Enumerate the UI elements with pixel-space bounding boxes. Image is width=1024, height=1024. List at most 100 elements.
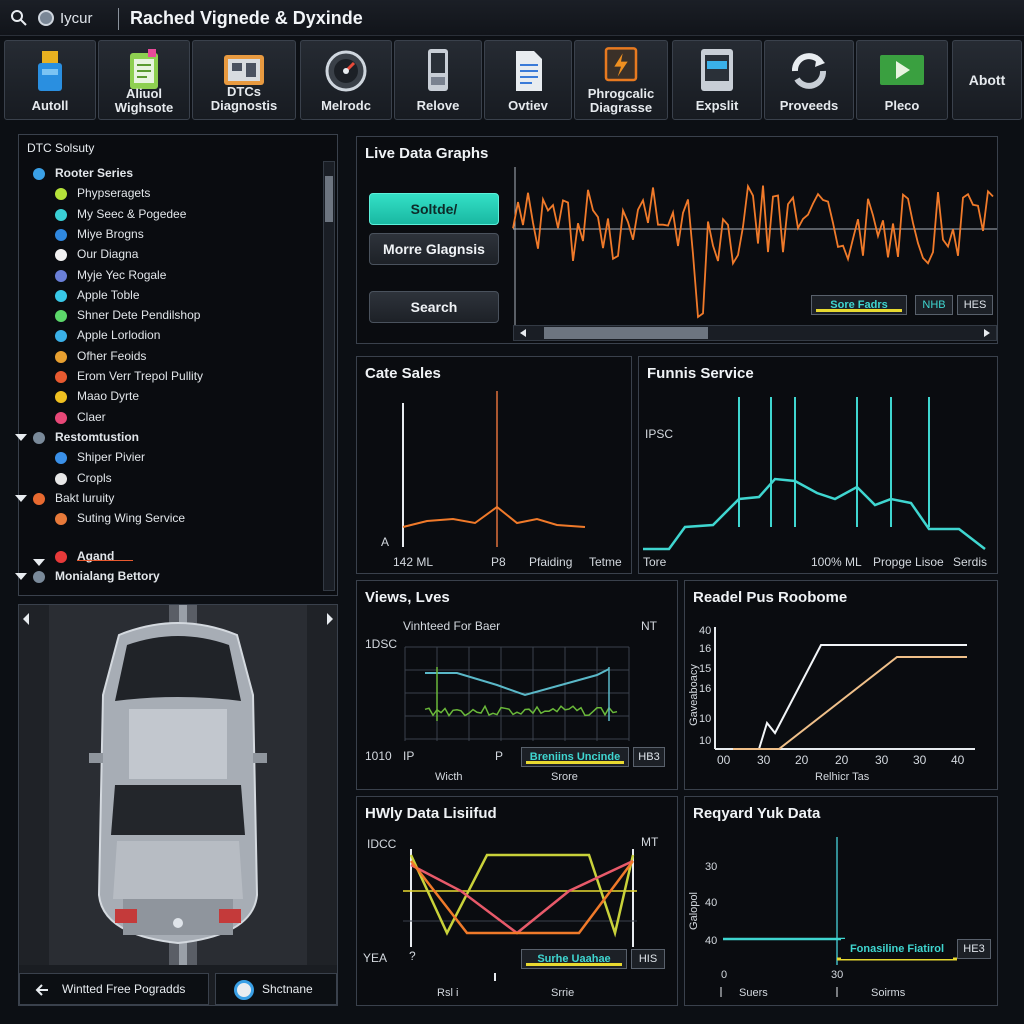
document-icon [516,51,542,91]
toolbar-label: Pleco [884,98,920,113]
title-bar: Iycur Rached Vignede & Dyxinde [0,0,1024,36]
tree-node-icon [33,168,45,180]
tree-item-label: Erom Verr Trepol Pullity [77,369,204,383]
toolbar-button-dtcs-diagnostis[interactable]: DTCs Diagnostis [192,40,296,120]
app-name: Iycur [60,10,93,27]
tree-item-label: My Seec & Pogedee [77,206,187,221]
update-button[interactable]: Wintted Free Pogradds [19,973,209,1005]
car-top-view [19,605,337,965]
shortcut-button-label: Shctnane [262,982,313,996]
series-teal [425,668,610,697]
x-tick: 20 [835,753,849,767]
scroll-right-icon[interactable] [982,328,992,338]
brand-icon [234,980,254,1000]
x-label-b: Srrie [551,987,575,999]
x-tick: 142 ML [393,555,434,569]
live-hscrollbar[interactable] [513,325,997,341]
scroll-left-icon[interactable] [518,328,528,338]
toolbar-button-relove[interactable]: Relove [394,40,482,120]
x-tick: P8 [491,555,506,569]
views-panel: Views, Lves Vinhteed For Baer NT 1DSC 10… [356,580,678,790]
x-tick: 20 [795,753,809,767]
device-icon [428,49,448,91]
tree-item-label: Apple Lorlodion [77,328,161,343]
toolbar-button-ovtiev[interactable]: Ovtiev [484,40,572,120]
tree-node-icon [55,452,67,465]
tree-scrollbar[interactable] [323,161,335,591]
x-label-a: Suers [739,987,768,999]
toolbar-label: Melrodc [321,98,371,113]
expand-caret-icon[interactable] [33,559,45,566]
tree-item-label: Claer [77,409,106,424]
x-label-a: Wicth [435,771,463,783]
hwly-panel: HWly Data Lisiifud IDCC MT YEA ? Rsl i S… [356,796,678,1006]
tree-node-icon [55,269,67,282]
toolbar-label: Autoll [31,98,69,113]
bottom-tick-a: IP [403,749,415,763]
cate-sales-panel: Cate Sales A 142 ML P8 Pfaiding Tetme [356,356,632,574]
more-diagnosis-button[interactable]: Morre Glagnsis [369,233,499,265]
toolbar-button-abott[interactable]: Abott [952,40,1022,120]
funnis-service-panel: Funnis Service IPSC Tore 100% ML Propge … [638,356,998,574]
toolbar-label: DTCs Diagnostis [210,84,278,113]
tree-scrollbar-thumb[interactable] [325,176,333,222]
tree-item-label: Monialang Bettory [55,569,160,584]
legend-mid: NHB [915,295,953,315]
x-tick: 100% ML [811,555,862,569]
legend-main: Sore Fadrs [811,295,907,315]
legend-main: Fonasiline Fiatirol [841,939,953,959]
x-tick: 40 [951,753,965,767]
search-button[interactable]: Search [369,291,499,323]
expand-caret-icon[interactable] [15,494,27,502]
toolbar-button-pleco[interactable]: Pleco [856,40,948,120]
funnis-series [643,477,986,551]
tree-title: DTC Solsuty [27,141,95,155]
tree-node-icon [33,431,45,444]
toolbar-label: Relove [416,98,460,113]
toolbar-label: Proveeds [779,98,839,113]
hwly-chart [403,849,637,981]
live-hscrollbar-thumb[interactable] [544,327,708,339]
toolbar-button-autoll[interactable]: Autoll [4,40,96,120]
legend-small: HES [957,295,993,315]
tree-divider [77,560,133,561]
arrow-left-icon [35,984,48,996]
series-green [424,704,618,717]
live-data-panel: Live Data Graphs Soltde/ Morre Glagnsis … [356,136,998,344]
search-icon[interactable] [10,9,28,27]
toolbar-label: Abott [968,72,1006,88]
shortcut-button[interactable]: Shctnane [215,973,337,1005]
tree-item-label: Myje Yec Rogale [77,267,167,282]
tree-node-icon [55,371,67,383]
play-icon [880,55,924,85]
toolbar-button-melrodc[interactable]: Melrodc [300,40,392,120]
bottom-tick-b: P [495,749,504,763]
legend-small: HIS [631,949,665,969]
panel-title: Live Data Graphs [365,145,489,162]
tree-node-icon [55,228,67,241]
x-tick: 30 [831,969,844,981]
window-title: Rached Vignede & Dyxinde [130,8,363,28]
tree-item-label: Miye Brogns [77,226,144,241]
toolbar-button-expslit[interactable]: Expslit [672,40,762,120]
tree-item-label: Phypseragets [77,186,151,201]
x-tick: 30 [875,753,889,767]
expand-caret-icon[interactable] [15,433,27,441]
bottom-question: ? [409,949,416,963]
toolbar-button-phrogcalic-diagrasse[interactable]: Phrogcalic Diagrasse [574,40,668,120]
toolbar-label: Phrogcalic Diagrasse [587,86,655,115]
tree-node-icon [55,289,67,302]
x-tick: Tore [643,555,667,569]
tree-item-label: Cropls [77,470,112,485]
tree-node-icon [33,571,45,584]
expand-caret-icon[interactable] [15,573,27,581]
toolbar-button-wighsote[interactable]: Aliuol Wighsote [98,40,190,120]
main-toolbar: Autoll Aliuol Wighsote DTCs Diagnostis M… [0,38,1024,120]
tree-item-label: Our Diagna [77,247,139,262]
legend-underline [526,963,622,966]
start-button[interactable]: Soltde/ [369,193,499,225]
tree-node-icon [55,411,67,424]
tree-item-label: Suting Wing Service [77,511,186,526]
toolbar-button-proveeds[interactable]: Proveeds [764,40,854,120]
tree-node-icon [55,472,67,485]
